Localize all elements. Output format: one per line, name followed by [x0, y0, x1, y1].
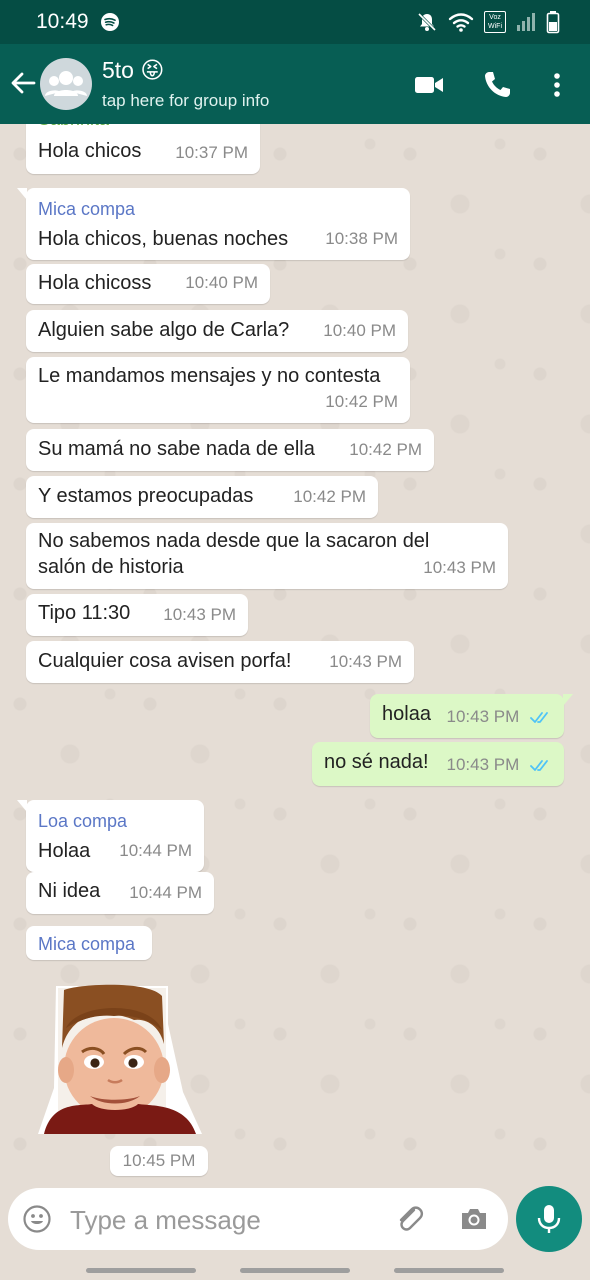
message-time: 10:42 PM — [293, 487, 366, 506]
message-bubble[interactable]: Cualquier cosa avisen porfa! 10:43 PM — [26, 641, 414, 683]
message-bubble[interactable]: Hola chicoss 10:40 PM — [26, 264, 270, 304]
message-time: 10:43 PM — [447, 704, 553, 730]
message-text-line2: salón de historia — [38, 556, 184, 578]
message-bubble[interactable]: Le mandamos mensajes y no contesta 10:42… — [26, 357, 410, 423]
nav-recents[interactable] — [86, 1268, 196, 1273]
message-text: Ni idea — [38, 880, 101, 902]
status-bar: 10:49 Voz WiFi — [0, 0, 590, 44]
chat-header[interactable]: 5to 😝 tap here for group info — [0, 44, 590, 124]
group-info-hint[interactable]: tap here for group info — [102, 91, 269, 111]
emoji-icon[interactable] — [22, 1204, 52, 1234]
message-text: No sabemos nada desde que la sacaron del — [38, 530, 430, 552]
more-options-icon[interactable] — [540, 68, 574, 102]
mute-icon — [417, 12, 437, 32]
message-text: Holaa — [38, 840, 91, 862]
nav-back[interactable] — [394, 1268, 504, 1273]
message-bubble[interactable]: Alguien sabe algo de Carla? 10:40 PM — [26, 310, 408, 352]
message-sender: Loa compa — [38, 811, 128, 831]
message-bubble[interactable]: Mica compa Hola chicos, buenas noches 10… — [17, 188, 410, 260]
mic-button[interactable] — [516, 1186, 582, 1252]
message-bubble[interactable]: Tipo 11:30 10:43 PM — [26, 594, 248, 636]
message-time: 10:44 PM — [119, 841, 192, 860]
sender-label-bubble[interactable]: Mica compa — [26, 926, 152, 960]
status-time: 10:49 — [36, 10, 89, 33]
message-text: Su mamá no sabe nada de ella — [38, 438, 315, 460]
message-text: Cualquier cosa avisen porfa! — [38, 650, 292, 672]
message-time: 10:42 PM — [325, 392, 398, 411]
message-bubble[interactable]: Sabrinita Hola chicos 10:37 PM — [26, 124, 260, 174]
message-bubble[interactable]: Ni idea 10:44 PM — [26, 872, 214, 914]
vowifi-icon: Voz WiFi — [484, 11, 506, 33]
message-time: 10:43 PM — [329, 652, 402, 671]
attach-icon[interactable] — [394, 1203, 426, 1235]
message-time: 10:43 PM — [163, 605, 236, 624]
message-bubble[interactable]: Loa compa Holaa 10:44 PM — [17, 800, 204, 872]
message-bubble-outgoing[interactable]: holaa 10:43 PM — [370, 694, 573, 738]
nav-home[interactable] — [240, 1268, 350, 1273]
read-ticks-icon — [530, 759, 548, 771]
message-time: 10:43 PM — [423, 558, 496, 577]
sticker-time: 10:45 PM — [110, 1146, 208, 1176]
message-time: 10:38 PM — [325, 229, 398, 248]
mic-icon[interactable] — [535, 1203, 563, 1235]
back-arrow-icon[interactable] — [8, 68, 38, 98]
video-call-icon[interactable] — [412, 68, 446, 102]
message-sender: Mica compa — [38, 934, 136, 954]
message-text: Le mandamos mensajes y no contesta — [38, 365, 381, 387]
message-sender: Sabrinita — [38, 124, 109, 132]
message-time: 10:43 PM — [447, 752, 553, 778]
message-bubble[interactable]: Y estamos preocupadas 10:42 PM — [26, 476, 378, 518]
chat-area[interactable]: Sabrinita Hola chicos 10:37 PM Mica comp… — [0, 124, 590, 1180]
message-time: 10:44 PM — [129, 883, 202, 902]
group-name[interactable]: 5to 😝 — [102, 57, 164, 84]
message-text: Y estamos preocupadas — [38, 485, 254, 507]
message-text: holaa — [382, 703, 431, 725]
message-time: 10:37 PM — [175, 143, 248, 162]
system-nav-bar — [0, 1262, 590, 1280]
message-text: no sé nada! — [324, 751, 429, 773]
message-text: Hola chicos — [38, 140, 142, 162]
message-bubble[interactable]: Su mamá no sabe nada de ella 10:42 PM — [26, 429, 434, 471]
message-time-text: 10:43 PM — [446, 755, 520, 774]
message-input[interactable]: Type a message — [70, 1205, 261, 1236]
crying-boy-sticker[interactable] — [38, 984, 202, 1134]
message-composer[interactable]: Type a message — [8, 1188, 508, 1250]
message-bubble-outgoing[interactable]: no sé nada! 10:43 PM — [312, 742, 564, 786]
read-ticks-icon — [530, 711, 548, 723]
message-time-text: 10:43 PM — [446, 707, 520, 726]
spotify-icon — [101, 13, 119, 31]
message-bubble[interactable]: No sabemos nada desde que la sacaron del… — [26, 523, 508, 589]
signal-icon — [517, 13, 535, 31]
message-time: 10:40 PM — [323, 321, 396, 340]
group-avatar-icon[interactable] — [40, 58, 92, 110]
message-text: Alguien sabe algo de Carla? — [38, 319, 290, 341]
message-sender: Mica compa — [38, 199, 136, 219]
battery-icon — [546, 11, 560, 34]
message-time: 10:42 PM — [349, 440, 422, 459]
wifi-icon — [448, 13, 474, 32]
message-time: 10:40 PM — [185, 273, 258, 292]
message-text: Hola chicos, buenas noches — [38, 228, 289, 250]
camera-icon[interactable] — [458, 1203, 490, 1235]
message-text: Tipo 11:30 — [38, 602, 131, 624]
voice-call-icon[interactable] — [480, 68, 514, 102]
message-text: Hola chicoss — [38, 272, 152, 294]
